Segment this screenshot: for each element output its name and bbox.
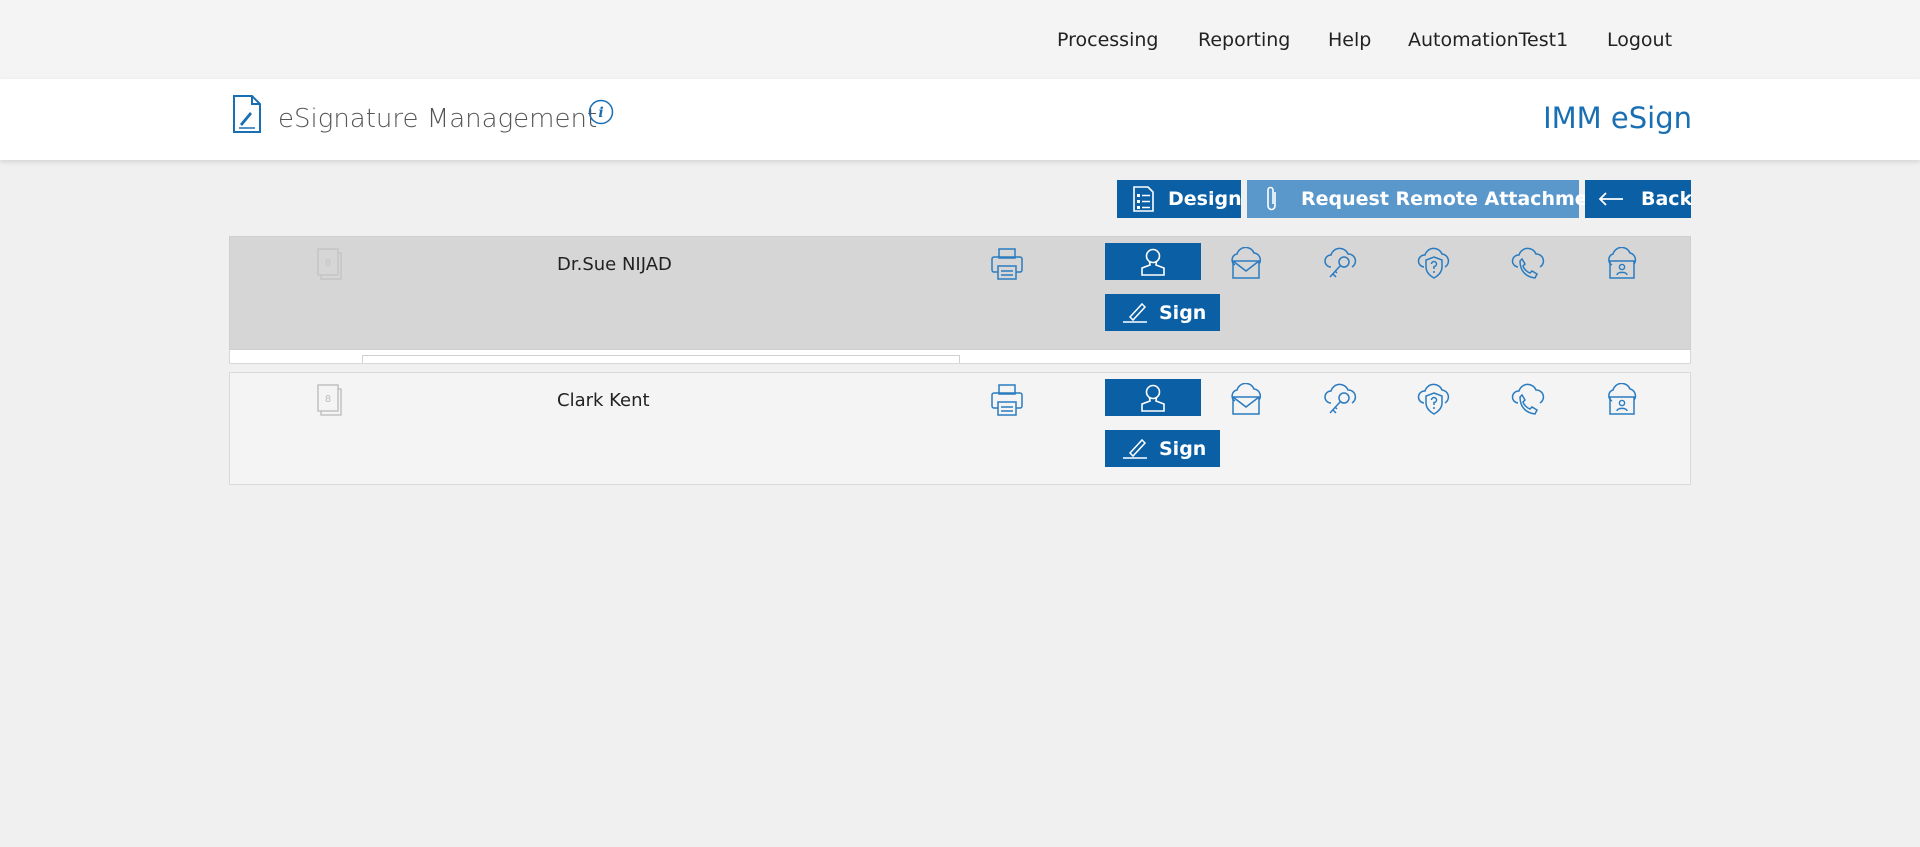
- signer-row[interactable]: 8 Dr.Sue NIJAD Sign: [229, 236, 1691, 350]
- sign-button[interactable]: Sign: [1105, 294, 1220, 331]
- top-navigation: Processing Reporting Help AutomationTest…: [0, 0, 1920, 79]
- printer-icon[interactable]: [990, 383, 1024, 417]
- nav-logout[interactable]: Logout: [1607, 29, 1672, 51]
- detail-field: [362, 355, 960, 363]
- pen-signature-icon: [1123, 302, 1147, 323]
- info-icon[interactable]: i: [588, 99, 614, 125]
- nav-processing[interactable]: Processing: [1057, 29, 1158, 51]
- sign-label: Sign: [1159, 437, 1207, 460]
- person-icon: [1141, 248, 1165, 276]
- back-label: Back: [1641, 188, 1693, 210]
- question-cloud-icon[interactable]: [1416, 383, 1452, 417]
- signer-detail-strip: [229, 350, 1691, 364]
- signer-name: Clark Kent: [557, 390, 650, 411]
- document-pages-icon: 8: [317, 248, 342, 280]
- signer-row[interactable]: 8 Clark Kent Sign: [229, 372, 1691, 485]
- key-cloud-icon[interactable]: [1322, 247, 1358, 281]
- request-remote-attachments-label: Request Remote Attachments: [1301, 188, 1622, 210]
- email-cloud-icon[interactable]: [1228, 247, 1264, 281]
- sign-label: Sign: [1159, 301, 1207, 324]
- page-count: 8: [325, 394, 331, 405]
- request-remote-attachments-button[interactable]: Request Remote Attachments: [1247, 180, 1622, 218]
- checklist-icon: [1133, 186, 1154, 212]
- document-pages-icon: 8: [317, 384, 342, 416]
- in-person-auth-button[interactable]: [1105, 379, 1201, 416]
- design-button[interactable]: Design: [1117, 180, 1242, 218]
- info-glyph: i: [598, 105, 603, 121]
- question-cloud-icon[interactable]: [1416, 247, 1452, 281]
- page-count: 8: [325, 258, 331, 269]
- person-icon: [1141, 384, 1165, 412]
- paperclip-icon: [1267, 186, 1276, 211]
- pen-signature-icon: [1123, 438, 1147, 459]
- email-cloud-icon[interactable]: [1228, 383, 1264, 417]
- page-header: eSignature Management i IMM eSign: [0, 79, 1920, 160]
- nav-reporting[interactable]: Reporting: [1198, 29, 1290, 51]
- id-card-cloud-icon[interactable]: [1604, 383, 1640, 417]
- id-card-cloud-icon[interactable]: [1604, 247, 1640, 281]
- phone-cloud-icon[interactable]: [1510, 247, 1546, 281]
- in-person-auth-button[interactable]: [1105, 243, 1201, 280]
- key-cloud-icon[interactable]: [1322, 383, 1358, 417]
- back-button[interactable]: Back: [1585, 180, 1693, 218]
- nav-user-account[interactable]: AutomationTest1: [1408, 29, 1568, 51]
- brand-name: IMM eSign: [1543, 101, 1692, 135]
- arrow-left-icon: [1598, 192, 1623, 206]
- printer-icon[interactable]: [990, 247, 1024, 281]
- signer-name: Dr.Sue NIJAD: [557, 254, 672, 275]
- sign-button[interactable]: Sign: [1105, 430, 1220, 467]
- page-title: eSignature Management: [278, 104, 598, 134]
- design-label: Design: [1168, 188, 1242, 210]
- nav-help[interactable]: Help: [1328, 29, 1371, 51]
- document-sign-icon: [233, 95, 261, 133]
- phone-cloud-icon[interactable]: [1510, 383, 1546, 417]
